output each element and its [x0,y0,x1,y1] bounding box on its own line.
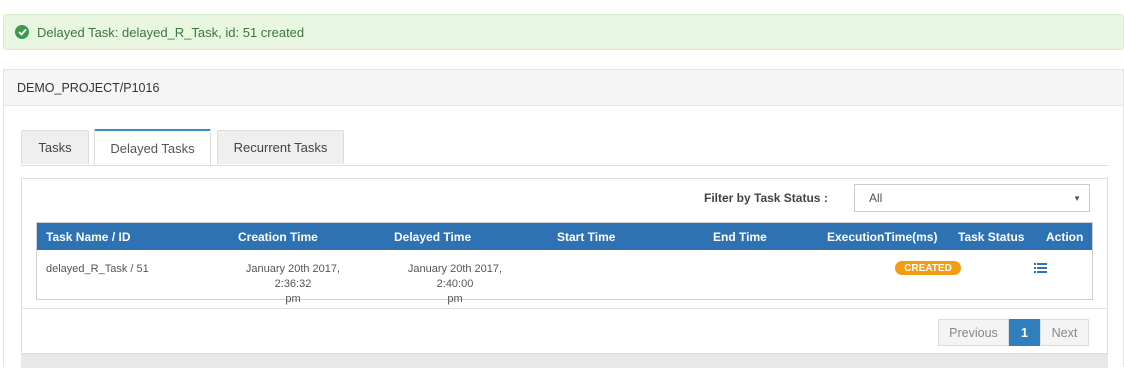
caret-down-icon: ▼ [1073,194,1081,203]
panel-heading: DEMO_PROJECT/P1016 [4,70,1123,106]
column-header[interactable]: End Time [713,230,767,244]
project-title: DEMO_PROJECT/P1016 [17,80,160,95]
previous-page-button[interactable]: Previous [938,319,1009,346]
column-header[interactable]: Task Status [958,230,1024,244]
select-value: All [869,191,883,205]
column-header[interactable]: Creation Time [238,230,318,244]
task-status-select[interactable]: All ▼ [854,184,1090,212]
tab-delayed-tasks[interactable]: Delayed Tasks [94,129,211,165]
pagination-area: Previous 1 Next [21,308,1108,355]
creation-time-line2: pm [285,293,301,305]
alert-message: Delayed Task: delayed_R_Task, id: 51 cre… [37,24,305,40]
tasks-table: Task Name / ID Creation Time Delayed Tim… [36,222,1093,305]
table-header: Task Name / ID Creation Time Delayed Tim… [37,223,1092,250]
column-header[interactable]: ExecutionTime(ms) [827,230,937,244]
page-1-button[interactable]: 1 [1009,319,1040,346]
delayed-time-line1: January 20th 2017, 2:40:00 [407,263,503,290]
delayed-time: January 20th 2017, 2:40:00 pm [389,262,521,307]
success-alert: Delayed Task: delayed_R_Task, id: 51 cre… [3,14,1124,50]
creation-time-line1: January 20th 2017, 2:36:32 [245,263,341,290]
tab-tasks[interactable]: Tasks [21,130,89,164]
creation-time: January 20th 2017, 2:36:32 pm [227,262,359,307]
delayed-time-line2: pm [447,293,463,305]
column-header[interactable]: Task Name / ID [46,230,130,244]
column-header[interactable]: Start Time [557,230,615,244]
filter-label: Filter by Task Status : [704,191,828,205]
task-name-link[interactable]: delayed_R_Task / 51 [46,262,149,277]
box-footer [21,354,1108,368]
column-header[interactable]: Action [1046,230,1083,244]
column-header[interactable]: Delayed Time [394,230,471,244]
task-tabs: Tasks Delayed Tasks Recurrent Tasks [21,129,1108,166]
list-icon[interactable] [1034,261,1047,276]
project-panel: DEMO_PROJECT/P1016 Tasks Delayed Tasks R… [3,69,1124,368]
status-badge: CREATED [895,261,961,275]
check-circle-icon [15,25,29,39]
tab-recurrent-tasks[interactable]: Recurrent Tasks [217,130,344,164]
pagination: Previous 1 Next [938,319,1089,346]
next-page-button[interactable]: Next [1040,319,1089,346]
